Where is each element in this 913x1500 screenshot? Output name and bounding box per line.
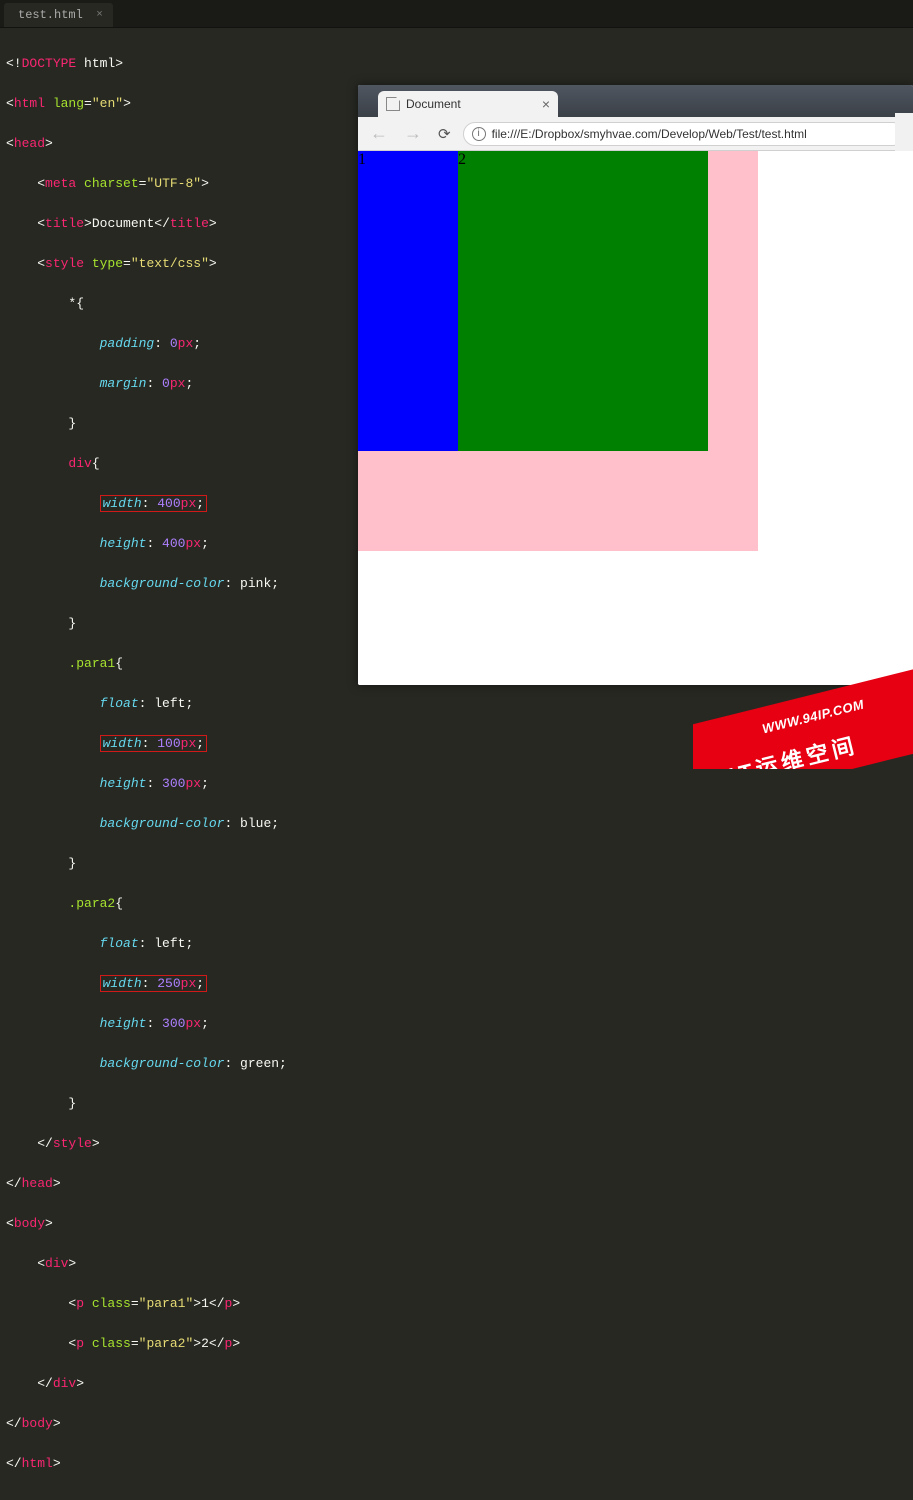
browser-toolbar: ← → ⟳ i file:///E:/Dropbox/smyhvae.com/D… — [358, 117, 913, 151]
browser-tab-title: Document — [406, 97, 461, 111]
browser-window: Document × ← → ⟳ i file:///E:/Dropbox/sm… — [358, 85, 913, 685]
back-button[interactable]: ← — [366, 123, 392, 144]
highlight-div-width: width: 400px; — [100, 495, 207, 512]
file-icon — [386, 97, 400, 111]
browser-tab[interactable]: Document × — [378, 91, 558, 117]
editor-tab[interactable]: test.html × — [4, 3, 113, 27]
forward-button[interactable]: → — [400, 123, 426, 144]
watermark: WWW.94IP.COM IT运维空间 — [693, 659, 913, 769]
rendered-para2: 2 — [458, 151, 708, 451]
rendered-div: 1 2 — [358, 151, 758, 551]
highlight-para2-width: width: 250px; — [100, 975, 207, 992]
editor-tabbar: test.html × — [0, 0, 913, 28]
editor-tab-label: test.html — [18, 8, 83, 22]
close-icon[interactable]: × — [96, 9, 103, 21]
url-text: file:///E:/Dropbox/smyhvae.com/Develop/W… — [492, 127, 807, 141]
info-icon[interactable]: i — [472, 127, 486, 141]
url-bar[interactable]: i file:///E:/Dropbox/smyhvae.com/Develop… — [463, 122, 905, 146]
rendered-para1: 1 — [358, 151, 458, 451]
highlight-para1-width: width: 100px; — [100, 735, 207, 752]
browser-viewport: 1 2 — [358, 151, 913, 685]
close-icon[interactable]: × — [542, 96, 550, 112]
browser-tabstrip: Document × — [358, 85, 913, 117]
reload-button[interactable]: ⟳ — [434, 125, 455, 143]
